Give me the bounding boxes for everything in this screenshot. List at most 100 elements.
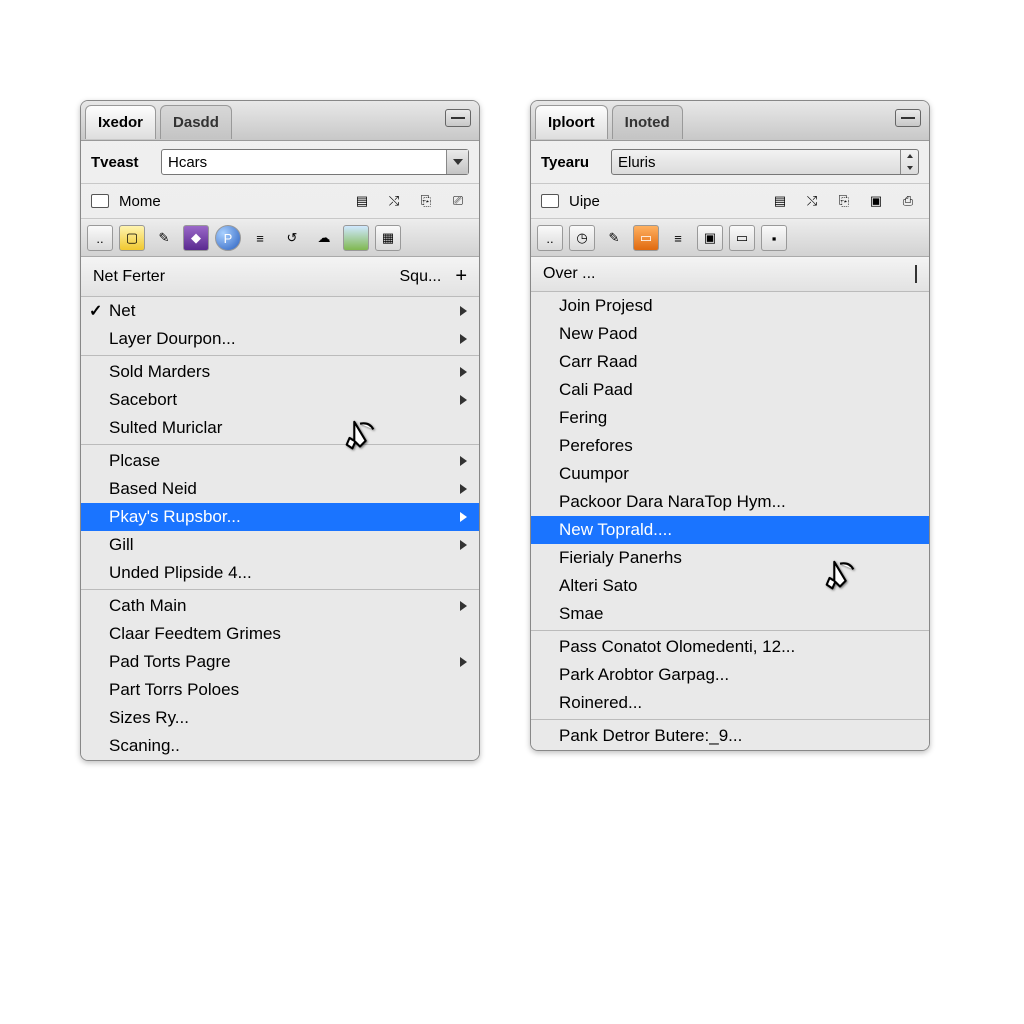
menu-item[interactable]: Fering [531,404,929,432]
menu-item-label: Alteri Sato [559,576,637,596]
field-label-left: Tveast [91,154,151,171]
menu-item[interactable]: Carr Raad [531,348,929,376]
chevron-right-icon [460,334,467,344]
case-icon[interactable]: ▭ [729,225,755,251]
mome-label: Mome [119,193,161,210]
menu-item[interactable]: Claar Feedtem Grimes [81,620,479,648]
menu-item[interactable]: Cali Paad [531,376,929,404]
plus-icon[interactable]: + [455,265,467,288]
chevron-right-icon [460,657,467,667]
combo-text: Hcars [162,154,446,171]
menu-item[interactable]: Pad Torts Pagre [81,648,479,676]
menu-item[interactable]: Cath Main [81,592,479,620]
menu-item[interactable]: New Paod [531,320,929,348]
menu-item[interactable]: Sacebort [81,386,479,414]
menu-item[interactable]: New Toprald.... [531,516,929,544]
menu-item[interactable]: Smae [531,600,929,628]
image-icon[interactable]: ▣ [865,190,887,212]
menu-item[interactable]: Gill [81,531,479,559]
swap-icon[interactable]: ⤭ [383,190,405,212]
cloud-icon[interactable]: ☁ [311,225,337,251]
menu-item[interactable]: Pank Detror Butere:_9... [531,722,929,750]
tab-iploort[interactable]: Iploort [535,105,608,139]
menu-item[interactable]: Perefores [531,432,929,460]
tab-ixedor[interactable]: Ixedor [85,105,156,139]
copy-icon[interactable]: ⎘ [415,190,437,212]
separator [531,719,929,720]
tabbar-left: Ixedor Dasdd [81,101,479,141]
list-header-right: Over ... [531,257,929,292]
copy-icon-r[interactable]: ⎘ [833,190,855,212]
menu-item[interactable]: Scaning.. [81,732,479,760]
align-icon-r[interactable]: ≡ [665,225,691,251]
tool-icon[interactable]: ⎚ [447,190,469,212]
menu-item-label: Packoor Dara NaraTop Hym... [559,492,786,512]
badge-icon[interactable]: ▣ [697,225,723,251]
tab-dasdd[interactable]: Dasdd [160,105,232,139]
picture-icon[interactable] [343,225,369,251]
list-header-title: Net Ferter [93,268,165,286]
list-header-extra[interactable]: Squ... [400,268,442,286]
menu-item[interactable]: Unded Plipside 4... [81,559,479,587]
chevron-right-icon [460,601,467,611]
tabbar-right: Iploort Inoted [531,101,929,141]
option-row-right: Uipe ▤ ⤭ ⎘ ▣ ⎙ [531,184,929,219]
menu-item-label: New Toprald.... [559,520,672,540]
curve-icon[interactable]: ↺ [279,225,305,251]
check-icon: ✓ [89,301,102,321]
minimize-button-right[interactable] [895,109,921,127]
menu-item-label: Unded Plipside 4... [109,563,252,583]
menu-item[interactable]: Roinered... [531,689,929,717]
menu-item[interactable]: Join Projesd [531,292,929,320]
menu-item-label: Plcase [109,451,160,471]
menu-item-label: Join Projesd [559,296,653,316]
menu-item[interactable]: Based Neid [81,475,479,503]
menu-item[interactable]: Fierialy Panerhs [531,544,929,572]
menu-item-label: Carr Raad [559,352,637,372]
align-icon[interactable]: ≡ [247,225,273,251]
menu-item[interactable]: Pass Conatot Olomedenti, 12... [531,633,929,661]
combo-eluris[interactable]: Eluris [611,149,919,175]
pencil-icon-r[interactable]: ✎ [601,225,627,251]
menu-item[interactable]: Alteri Sato [531,572,929,600]
menu-item-label: Sacebort [109,390,177,410]
field-row-left: Tveast Hcars [81,141,479,184]
option-icons-left: ▤ ⤭ ⎘ ⎚ [351,190,469,212]
menu-item[interactable]: Packoor Dara NaraTop Hym... [531,488,929,516]
minimize-button-left[interactable] [445,109,471,127]
uipe-checkbox[interactable] [541,194,559,208]
grid-icon[interactable]: ▦ [375,225,401,251]
stepper-icon[interactable] [900,150,918,174]
chat-icon[interactable]: ▭ [633,225,659,251]
more-icon[interactable]: .. [87,225,113,251]
pencil-icon[interactable]: ✎ [151,225,177,251]
folder-icon[interactable]: ▢ [119,225,145,251]
menu-item[interactable]: Plcase [81,447,479,475]
menu-item[interactable]: Layer Dourpon... [81,325,479,353]
menu-item-label: Perefores [559,436,633,456]
app-icon[interactable]: ◆ [183,225,209,251]
print-icon[interactable]: ⎙ [897,190,919,212]
more-icon-r[interactable]: .. [537,225,563,251]
menu-item[interactable]: Sold Marders [81,358,479,386]
swap-icon-r[interactable]: ⤭ [801,190,823,212]
clock-icon[interactable]: ◷ [569,225,595,251]
combo-hcars[interactable]: Hcars [161,149,469,175]
toolbar-left: .. ▢ ✎ ◆ P ≡ ↺ ☁ ▦ [81,219,479,257]
doc-icon[interactable]: ▤ [351,190,373,212]
menu-item[interactable]: Sulted Muriclar [81,414,479,442]
menu-item[interactable]: Pkay's Rupsbor... [81,503,479,531]
trash-icon[interactable]: ▪ [761,225,787,251]
chevron-down-icon[interactable] [446,150,468,174]
menu-item[interactable]: Sizes Ry... [81,704,479,732]
tab-inoted[interactable]: Inoted [612,105,683,139]
menu-item[interactable]: Park Arobtor Garpag... [531,661,929,689]
mome-checkbox[interactable] [91,194,109,208]
separator [81,355,479,356]
menu-item[interactable]: Cuumpor [531,460,929,488]
p-icon[interactable]: P [215,225,241,251]
window-icon[interactable]: ▤ [769,190,791,212]
menu-item[interactable]: Part Torrs Poloes [81,676,479,704]
menu-item[interactable]: ✓Net [81,297,479,325]
menu-item-label: Fierialy Panerhs [559,548,682,568]
